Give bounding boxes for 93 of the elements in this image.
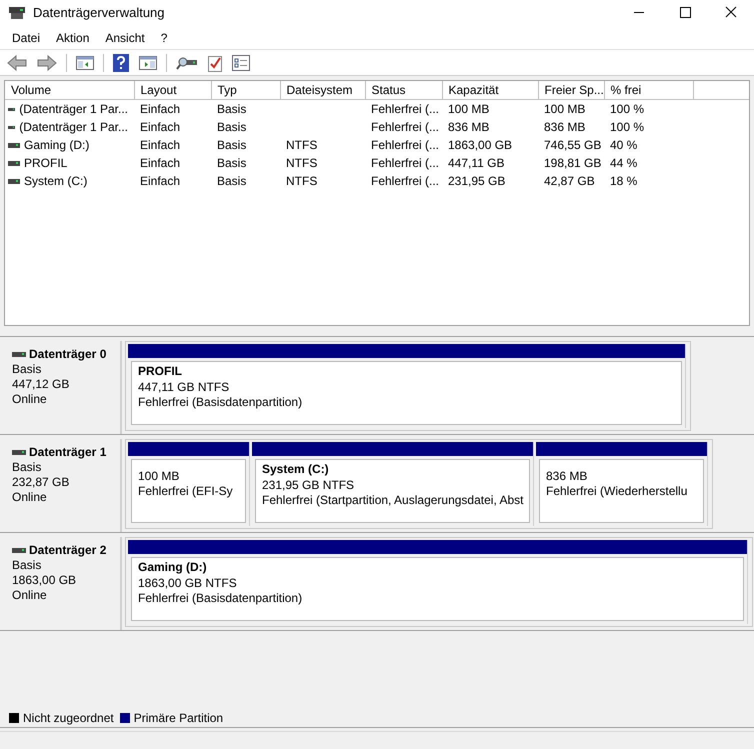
menu-item[interactable]: Ansicht — [97, 28, 153, 46]
checklist-icon[interactable] — [232, 54, 250, 70]
disk-size: 447,12 GB — [12, 377, 70, 392]
table-cell: 1863,00 GB — [448, 138, 512, 152]
table-cell: Basis — [217, 174, 246, 188]
partition-status: Fehlerfrei (EFI-Sy — [138, 484, 234, 500]
drive-icon — [12, 352, 26, 357]
disk-state: Online — [12, 392, 48, 407]
partition-status: Fehlerfrei (Basisdatenpartition) — [138, 591, 304, 606]
table-cell: Einfach — [140, 138, 180, 152]
table-cell: Basis — [217, 138, 246, 152]
checked-document-icon[interactable] — [208, 54, 222, 72]
table-cell: Basis — [217, 120, 246, 134]
table-cell: 836 MB — [448, 120, 490, 134]
table-cell: Fehlerfrei (... — [371, 120, 440, 134]
drive-icon — [8, 160, 20, 166]
disk-type: Basis — [12, 460, 42, 475]
table-cell: 40 % — [610, 138, 638, 152]
table-cell: Einfach — [140, 174, 180, 188]
disk-type: Basis — [12, 558, 42, 573]
disk-name: Datenträger 2 — [29, 543, 106, 558]
table-cell: Fehlerfrei (... — [371, 174, 440, 188]
menu-item[interactable]: Datei — [4, 28, 48, 46]
partition-label: Gaming (D:) — [138, 560, 208, 576]
disk-magnifier-icon[interactable] — [176, 54, 198, 70]
panel-icon[interactable] — [76, 54, 94, 70]
menu-item[interactable]: ? — [152, 28, 176, 46]
table-cell: Fehlerfrei (... — [371, 102, 440, 116]
column-header[interactable]: Status — [365, 81, 442, 100]
column-header[interactable]: Layout — [134, 81, 211, 100]
table-cell: 100 % — [610, 120, 644, 134]
disk-size: 232,87 GB — [12, 475, 70, 490]
table-cell: Basis — [217, 102, 246, 116]
drive-icon — [8, 106, 16, 112]
app-icon — [9, 7, 25, 19]
table-cell: Einfach — [140, 120, 180, 134]
drive-icon — [12, 548, 26, 553]
table-cell: 447,11 GB — [448, 156, 504, 170]
column-header[interactable]: % frei — [604, 81, 693, 100]
table-cell-text: (Datenträger 1 Par... — [19, 101, 128, 118]
legend-label: Nicht zugeordnet — [23, 710, 114, 726]
partition-size: 231,95 GB NTFS — [262, 478, 356, 493]
table-cell: 44 % — [610, 156, 638, 170]
table-cell: 18 % — [610, 174, 638, 188]
disk-name: Datenträger 1 — [29, 445, 106, 460]
drive-icon — [12, 450, 26, 455]
table-cell: 100 MB — [448, 102, 490, 116]
table-cell-text: (Datenträger 1 Par... — [19, 119, 128, 136]
column-header[interactable]: Typ — [211, 81, 280, 100]
partition-size: 836 MB — [546, 468, 588, 484]
disk-type: Basis — [12, 362, 42, 377]
table-cell: Basis — [217, 156, 246, 170]
disk-state: Online — [12, 490, 48, 505]
column-header[interactable]: Kapazität — [442, 81, 538, 100]
table-cell: 42,87 GB — [544, 174, 595, 188]
table-cell: 836 MB — [544, 120, 586, 134]
table-cell-text: System (C:) — [24, 173, 88, 190]
disk-size: 1863,00 GB — [12, 573, 78, 588]
table-cell: Fehlerfrei (... — [371, 138, 440, 152]
table-cell: 100 MB — [544, 102, 586, 116]
column-header[interactable]: Dateisystem — [280, 81, 365, 100]
drive-icon — [8, 124, 16, 130]
partition-size: 1863,00 GB NTFS — [138, 576, 238, 591]
partition-status: Fehlerfrei (Startpartition, Auslagerungsdatei, Abst — [262, 493, 524, 508]
partition-label: System (C:) — [262, 462, 330, 478]
table-cell: 100 % — [610, 102, 644, 116]
column-header[interactable]: Freier Sp... — [538, 81, 604, 100]
disk-name: Datenträger 0 — [29, 347, 106, 362]
table-cell: 231,95 GB — [448, 174, 506, 188]
legend-label: Primäre Partition — [134, 710, 224, 726]
table-cell: Fehlerfrei (... — [371, 156, 440, 170]
menu-item[interactable]: Aktion — [48, 28, 98, 46]
table-cell: 746,55 GB — [544, 138, 602, 152]
table-cell-text: Gaming (D:) — [24, 137, 90, 154]
partition-status: Fehlerfrei (Basisdatenpartition) — [138, 395, 304, 410]
partition-label: PROFIL — [138, 364, 183, 380]
table-cell: NTFS — [286, 174, 318, 188]
table-cell: NTFS — [286, 156, 318, 170]
panel-icon[interactable] — [139, 54, 157, 70]
drive-icon — [8, 178, 20, 184]
partition-status: Fehlerfrei (Wiederherstellu — [546, 484, 688, 500]
partition-size: 100 MB — [138, 468, 180, 484]
disk-state: Online — [12, 588, 48, 603]
column-header[interactable]: Volume — [5, 81, 134, 100]
partition-size: 447,11 GB NTFS — [138, 380, 230, 395]
table-cell: NTFS — [286, 138, 318, 152]
table-cell: 198,81 GB — [544, 156, 602, 170]
table-cell: Einfach — [140, 102, 180, 116]
table-cell: Einfach — [140, 156, 180, 170]
table-cell-text: PROFIL — [24, 155, 68, 172]
drive-icon — [8, 142, 20, 148]
help-icon[interactable] — [113, 54, 129, 72]
window-title: Datenträgerverwaltung — [33, 4, 165, 22]
